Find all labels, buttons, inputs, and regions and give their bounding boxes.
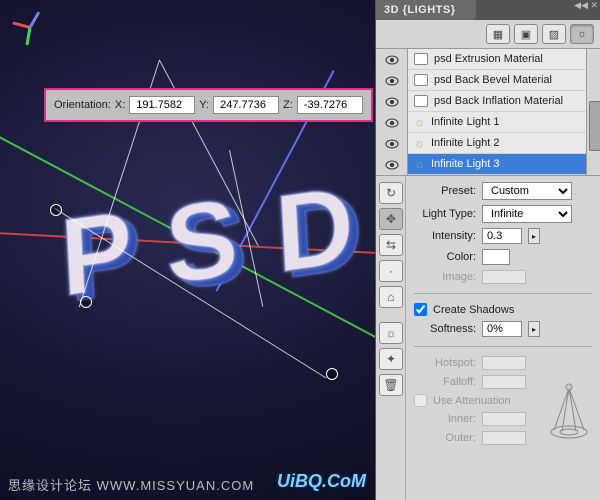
create-shadows-checkbox[interactable]: [414, 303, 427, 316]
light-point-tool-icon[interactable]: ·: [379, 260, 403, 282]
light-tool-column: ↻ ✥ ⇆ · ⌂ ☼ ✦ 🗑: [376, 176, 406, 500]
light-icon: ☼: [414, 115, 425, 129]
axis-gizmo[interactable]: [12, 8, 48, 44]
softness-field[interactable]: [482, 321, 522, 337]
layer-row[interactable]: ☼ Infinite Light 1: [408, 112, 586, 133]
material-icon: [414, 74, 428, 86]
intensity-label: Intensity:: [414, 230, 476, 242]
filter-light-icon[interactable]: ☼: [570, 24, 594, 44]
watermark-left: 思缘设计论坛 WWW.MISSYUAN.COM: [8, 475, 254, 494]
light-delete-icon[interactable]: 🗑: [379, 374, 403, 396]
panel-title[interactable]: 3D {LIGHTS}: [376, 0, 476, 20]
orientation-y-field[interactable]: [213, 96, 279, 114]
3d-panel: ◀◀ ✕ 3D {LIGHTS} ▦ ▣ ▨ ☼ psd Extrusion M…: [375, 0, 600, 500]
properties-area: ↻ ✥ ⇆ · ⌂ ☼ ✦ 🗑 Preset: Custom Light Typ…: [376, 176, 600, 500]
lighttype-label: Light Type:: [414, 208, 476, 220]
light-pan-tool-icon[interactable]: ✥: [379, 208, 403, 230]
falloff-label: Falloff:: [414, 376, 476, 388]
filter-icon-row: ▦ ▣ ▨ ☼: [376, 20, 600, 49]
layer-label: Infinite Light 1: [431, 116, 500, 128]
hotspot-field: [482, 356, 526, 370]
light-toggle-icon[interactable]: ☼: [379, 322, 403, 344]
scrollbar[interactable]: [586, 49, 600, 175]
layer-label: Infinite Light 2: [431, 137, 500, 149]
orientation-z-label: Z:: [283, 99, 293, 111]
material-icon: [414, 95, 428, 107]
color-label: Color:: [414, 251, 476, 263]
filter-scene-icon[interactable]: ▦: [486, 24, 510, 44]
inner-field: [482, 412, 526, 426]
light-home-tool-icon[interactable]: ⌂: [379, 286, 403, 308]
light-rotate-tool-icon[interactable]: ↻: [379, 182, 403, 204]
image-field: [482, 270, 526, 284]
color-swatch[interactable]: [482, 249, 510, 265]
outer-field: [482, 431, 526, 445]
layer-list-area: psd Extrusion Material psd Back Bevel Ma…: [376, 49, 600, 176]
hotspot-label: Hotspot:: [414, 357, 476, 369]
orientation-y-label: Y:: [199, 99, 209, 111]
layer-label: psd Back Inflation Material: [434, 95, 563, 107]
light-new-icon[interactable]: ✦: [379, 348, 403, 370]
panel-collapse-icon[interactable]: ◀◀ ✕: [574, 0, 598, 11]
light-icon: ☼: [414, 136, 425, 150]
create-shadows-label: Create Shadows: [433, 304, 514, 316]
orientation-z-field[interactable]: [297, 96, 363, 114]
visibility-toggle[interactable]: [376, 154, 407, 175]
gizmo-y-icon: [25, 27, 31, 45]
visibility-toggle[interactable]: [376, 91, 407, 112]
spotlight-cone-icon: [548, 382, 590, 440]
material-icon: [414, 53, 428, 65]
layer-row[interactable]: psd Back Inflation Material: [408, 91, 586, 112]
filter-mesh-icon[interactable]: ▣: [514, 24, 538, 44]
separator: [414, 293, 592, 294]
intensity-slider-icon[interactable]: ▸: [528, 228, 540, 244]
separator: [414, 346, 592, 347]
layer-row-selected[interactable]: ☼ Infinite Light 3: [408, 154, 586, 175]
inner-label: Inner:: [414, 413, 476, 425]
image-label: Image:: [414, 271, 476, 283]
preset-select[interactable]: Custom: [482, 182, 572, 200]
orientation-x-label: X:: [115, 99, 125, 111]
visibility-toggle[interactable]: [376, 49, 407, 70]
softness-label: Softness:: [414, 323, 476, 335]
orientation-readout: Orientation: X: Y: Z:: [44, 88, 373, 122]
visibility-toggle[interactable]: [376, 133, 407, 154]
letter-p: P: [57, 185, 136, 323]
watermark-right: UiBQ.CoM: [277, 471, 366, 492]
visibility-toggle[interactable]: [376, 112, 407, 133]
intensity-field[interactable]: [482, 228, 522, 244]
layer-label: psd Back Bevel Material: [434, 74, 552, 86]
visibility-column: [376, 49, 408, 175]
outer-label: Outer:: [414, 432, 476, 444]
preset-label: Preset:: [414, 185, 476, 197]
light-handle[interactable]: [326, 368, 338, 380]
layer-row[interactable]: psd Extrusion Material: [408, 49, 586, 70]
orientation-label: Orientation:: [54, 99, 111, 111]
layer-list: psd Extrusion Material psd Back Bevel Ma…: [408, 49, 586, 175]
layer-label: Infinite Light 3: [431, 158, 500, 170]
visibility-toggle[interactable]: [376, 70, 407, 91]
gizmo-z-icon: [29, 11, 41, 28]
lighttype-select[interactable]: Infinite: [482, 205, 572, 223]
light-properties: Preset: Custom Light Type: Infinite Inte…: [406, 176, 600, 500]
layer-label: psd Extrusion Material: [434, 53, 543, 65]
letter-d: D: [272, 160, 357, 298]
softness-slider-icon[interactable]: ▸: [528, 321, 540, 337]
3d-text-object[interactable]: P S D: [60, 170, 350, 340]
filter-material-icon[interactable]: ▨: [542, 24, 566, 44]
letter-s: S: [162, 173, 241, 311]
layer-row[interactable]: ☼ Infinite Light 2: [408, 133, 586, 154]
use-attenuation-checkbox: [414, 394, 427, 407]
falloff-field: [482, 375, 526, 389]
orientation-x-field[interactable]: [129, 96, 195, 114]
layer-row[interactable]: psd Back Bevel Material: [408, 70, 586, 91]
use-attenuation-label: Use Attenuation: [433, 395, 511, 407]
light-slide-tool-icon[interactable]: ⇆: [379, 234, 403, 256]
light-icon: ☼: [414, 157, 425, 171]
